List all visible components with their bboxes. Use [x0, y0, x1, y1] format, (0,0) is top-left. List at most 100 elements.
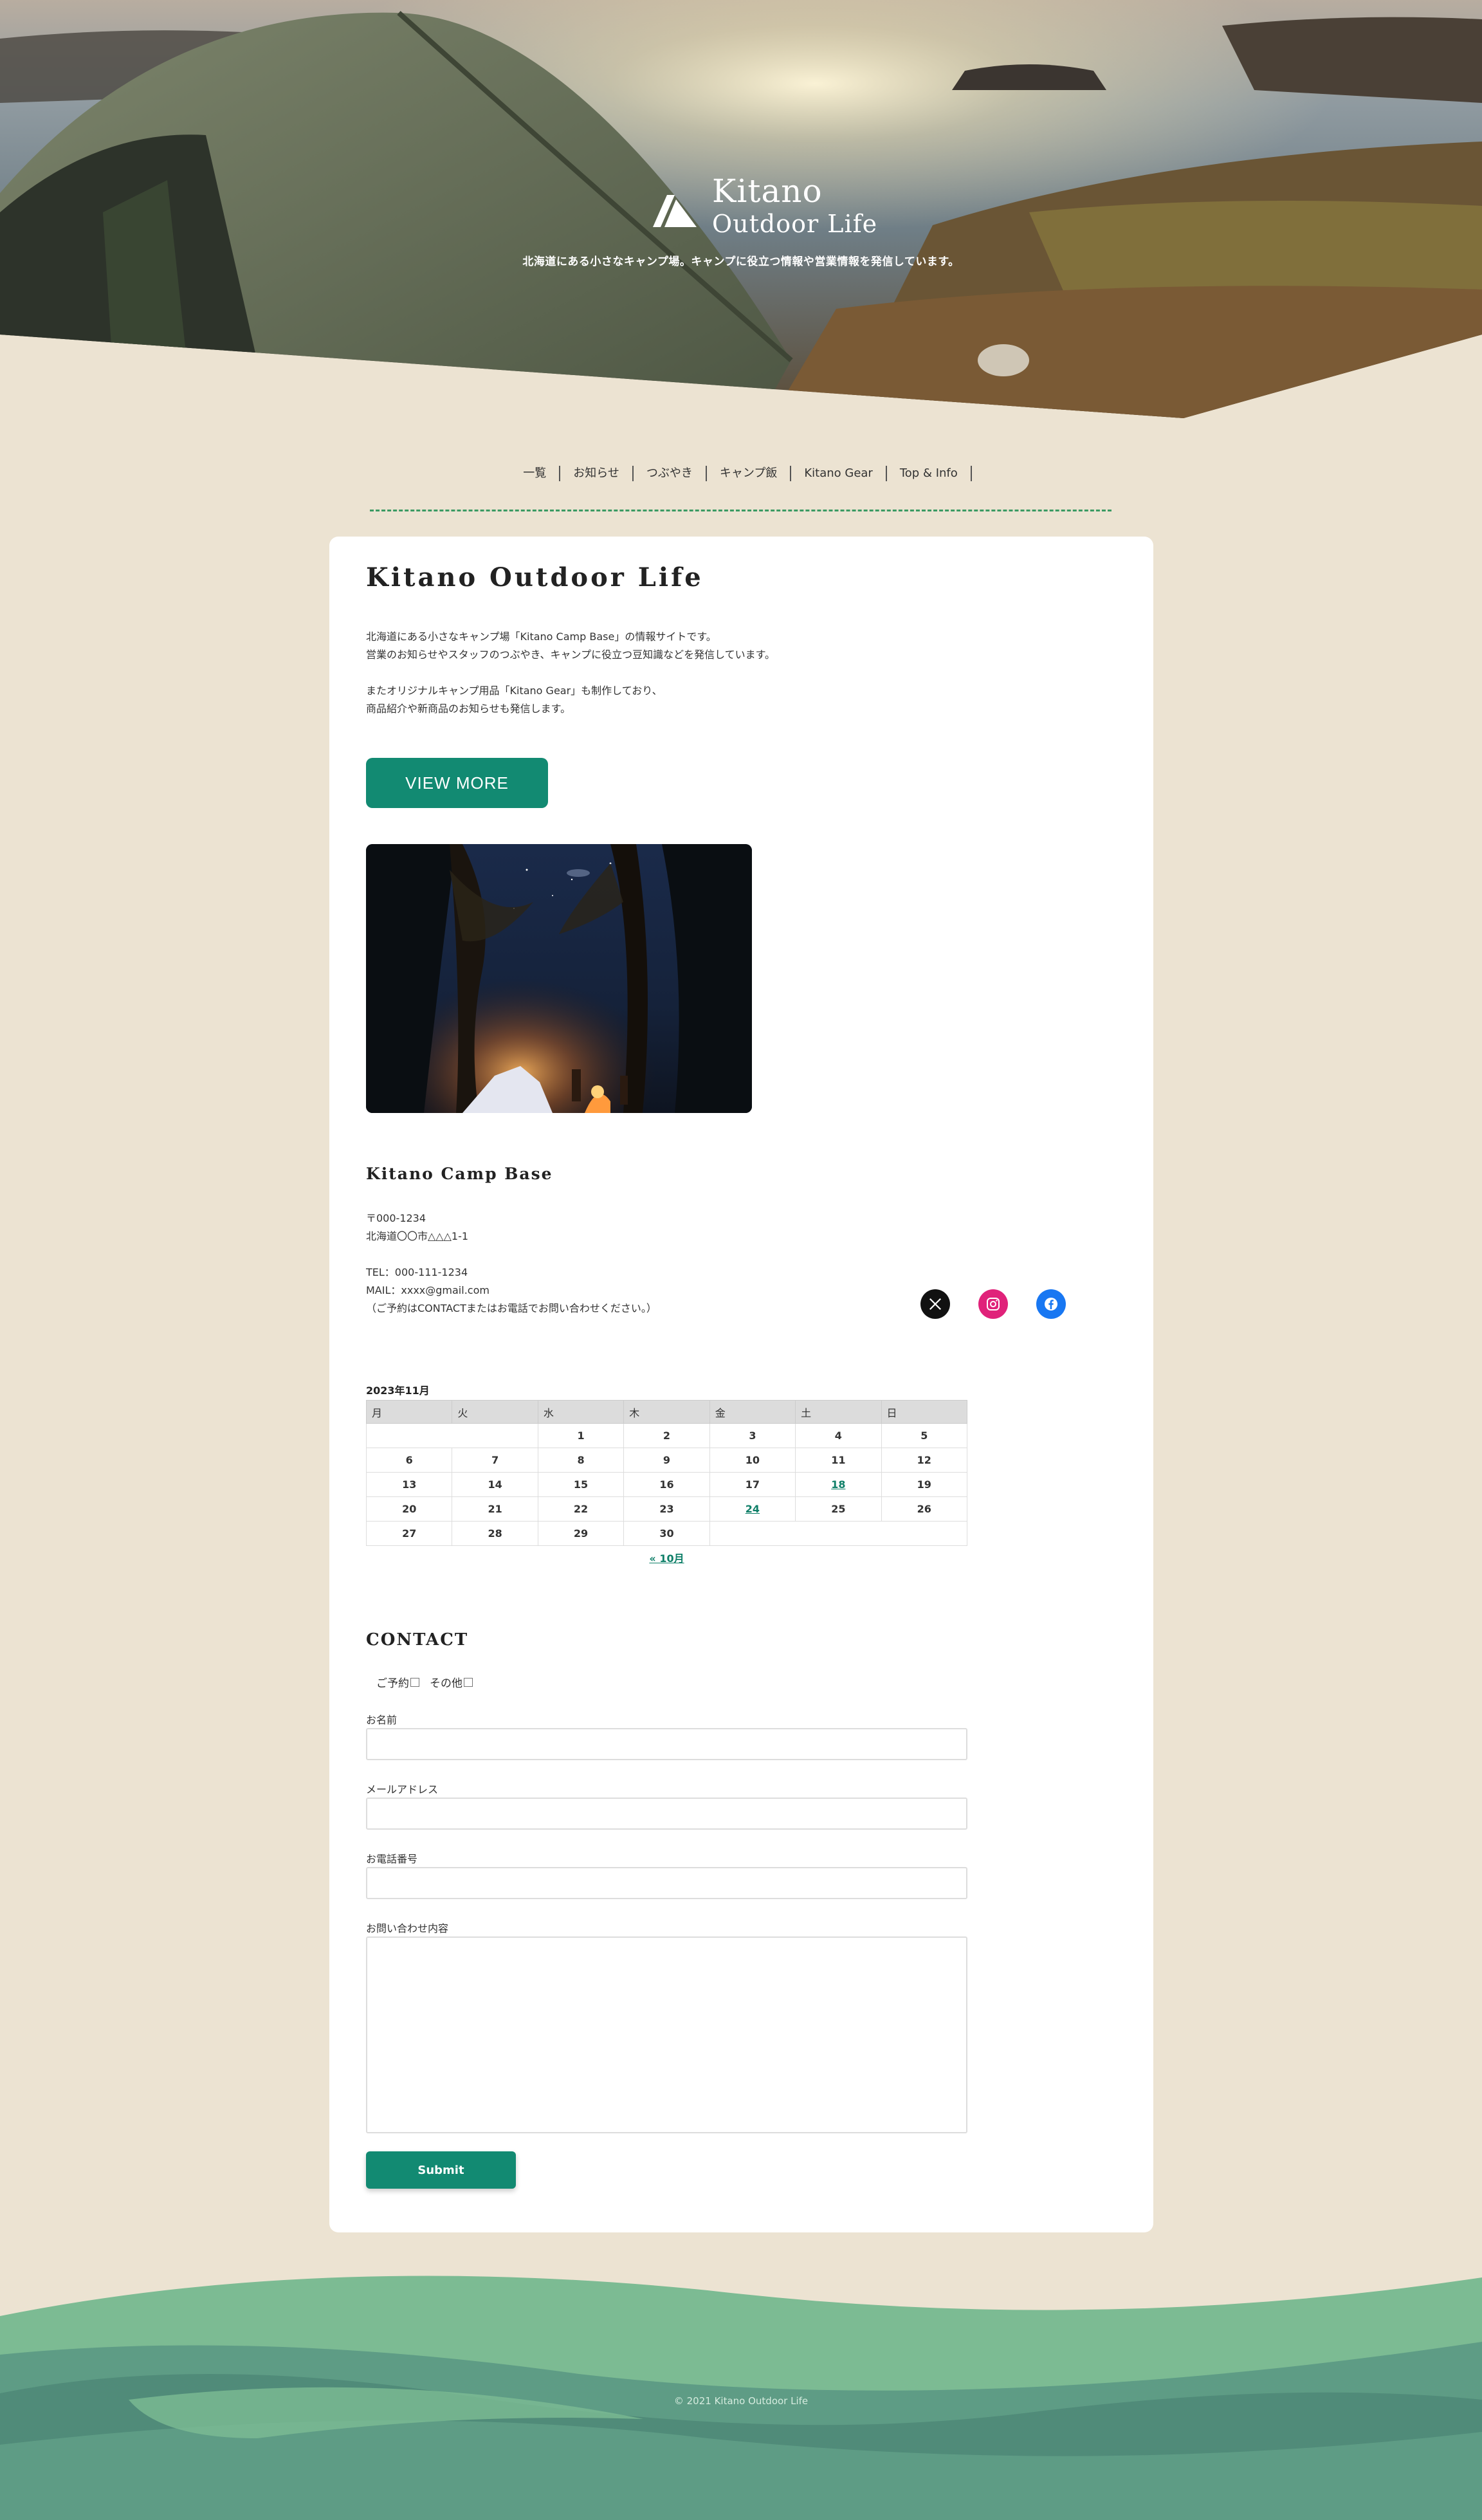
shop-address: 〒000-1234 北海道〇〇市△△△1-1 TEL：000-111-1234 …: [366, 1209, 657, 1318]
phone-field[interactable]: [366, 1867, 967, 1899]
weekday-header: 金: [709, 1400, 796, 1424]
weekday-header: 水: [537, 1400, 625, 1424]
calendar-day-cell: 26: [881, 1496, 968, 1522]
calendar-day-cell: 19: [881, 1472, 968, 1497]
calendar-day-cell: 8: [537, 1448, 625, 1473]
intro-line: またオリジナルキャンプ用品「Kitano Gear」も制作しており、: [366, 685, 663, 697]
calendar-day-cell: 1: [537, 1423, 625, 1448]
nav-item-camp-food[interactable]: キャンプ飯: [707, 466, 792, 481]
calendar-day-cell: 9: [623, 1448, 710, 1473]
calendar-week-row: 13 14 15 16 17 18 19: [365, 1472, 968, 1497]
weekday-header: 土: [795, 1400, 882, 1424]
calendar-day-cell: 16: [623, 1472, 710, 1497]
calendar-day-cell: 27: [365, 1521, 453, 1546]
calendar-day-cell: 13: [365, 1472, 453, 1497]
calendar-day-link[interactable]: 18: [831, 1478, 845, 1491]
reserve-checkbox-label[interactable]: ご予約: [376, 1674, 419, 1690]
weekday-header: 日: [881, 1400, 968, 1424]
calendar-day-cell: 6: [365, 1448, 453, 1473]
inquiry-type-checks: ご予約 その他: [376, 1674, 483, 1690]
calendar-week-row: 12345: [366, 1423, 968, 1448]
main-nav: 一覧 お知らせ つぶやき キャンプ飯 Kitano Gear Top & Inf…: [0, 466, 1482, 481]
weekday-header: 火: [452, 1400, 538, 1424]
calendar-day-cell: 17: [709, 1472, 796, 1497]
calendar-widget: 2023年11月 月 火 水 木 金 土 日 1 2 3 4 5 6 7 8 9 10 11 12 13…: [365, 1382, 968, 1565]
contact-title: CONTACT: [366, 1630, 469, 1650]
weekday-header: 木: [623, 1400, 710, 1424]
calendar-day-cell: 12: [881, 1448, 968, 1473]
facebook-icon[interactable]: [1036, 1289, 1066, 1319]
hero-brand: Kitano Outdoor Life: [646, 172, 877, 238]
nav-item-news[interactable]: お知らせ: [560, 466, 634, 481]
calendar-day-cell: 4: [795, 1423, 882, 1448]
hero-tagline: 北海道にある小さなキャンプ場。キャンプに役立つ情報や営業情報を発信しています。: [522, 255, 960, 268]
calendar-day-link[interactable]: 24: [746, 1503, 760, 1515]
other-checkbox-label[interactable]: その他: [430, 1674, 473, 1690]
calendar-day-cell: 25: [795, 1496, 882, 1522]
nav-item-kitano-gear[interactable]: Kitano Gear: [791, 466, 887, 481]
nav-divider: [370, 510, 1112, 511]
footer-waves: [0, 2252, 1482, 2520]
instagram-icon[interactable]: [978, 1289, 1008, 1319]
phone-label: お電話番号: [366, 1853, 418, 1865]
calendar-day-cell[interactable]: 24: [709, 1496, 796, 1522]
calendar-empty-cell: [366, 1423, 538, 1448]
email-field[interactable]: [366, 1798, 967, 1830]
brand-subtitle: Outdoor Life: [712, 210, 878, 238]
prev-month-link[interactable]: « 10月: [649, 1552, 684, 1565]
reservation-note: （ご予約はCONTACTまたはお電話でお問い合わせください。）: [366, 1302, 657, 1314]
reserve-checkbox[interactable]: [410, 1677, 419, 1687]
shop-name: Kitano Camp Base: [366, 1164, 553, 1183]
nav-item-tweets[interactable]: つぶやき: [634, 466, 707, 481]
calendar-day-cell: 30: [623, 1521, 710, 1546]
calendar-day-cell: 14: [452, 1472, 538, 1497]
email-address: MAIL：xxxx@gmail.com: [366, 1284, 489, 1296]
phone-number: TEL：000-111-1234: [366, 1266, 468, 1278]
street-address: 北海道〇〇市△△△1-1: [366, 1230, 469, 1242]
calendar-day-cell: 23: [623, 1496, 710, 1522]
submit-button[interactable]: Submit: [366, 2151, 516, 2189]
other-label: その他: [430, 1677, 462, 1690]
calendar-day-cell: 10: [709, 1448, 796, 1473]
view-more-button[interactable]: VIEW MORE: [366, 758, 548, 808]
content-card: Kitano Outdoor Life 北海道にある小さなキャンプ場「Kitan…: [329, 537, 1153, 2232]
calendar-body: 1 2 3 4 5 6 7 8 9 10 11 12 13 14 15 16 17 18 19 20 21 22 23 24 2…: [365, 1423, 968, 1546]
intro-line: 営業のお知らせやスタッフのつぶやき、キャンプに役立つ豆知識などを発信しています。: [366, 648, 776, 661]
calendar-week-row: 27 28 29 30: [365, 1521, 968, 1546]
calendar-week-row: 6 7 8 9 10 11 12: [365, 1448, 968, 1473]
calendar-day-cell: 21: [452, 1496, 538, 1522]
page-title: Kitano Outdoor Life: [366, 562, 704, 593]
copyright: © 2021 Kitano Outdoor Life: [673, 2395, 809, 2407]
calendar-day-cell: 7: [452, 1448, 538, 1473]
nav-item-top-info[interactable]: Top & Info: [887, 466, 972, 481]
calendar-day-cell: 5: [881, 1423, 968, 1448]
calendar-day-cell[interactable]: 18: [795, 1472, 882, 1497]
calendar-day-cell: 3: [709, 1423, 796, 1448]
calendar-day-cell: 29: [537, 1521, 625, 1546]
campsite-night-photo: [366, 844, 752, 1113]
brand-title: Kitano: [712, 172, 823, 210]
hero-banner: Kitano Outdoor Life 北海道にある小さなキャンプ場。キャンプに…: [0, 0, 1482, 418]
calendar-day-cell: 28: [452, 1521, 538, 1546]
calendar-day-cell: 11: [795, 1448, 882, 1473]
message-textarea[interactable]: [366, 1936, 967, 2133]
message-label: お問い合わせ内容: [366, 1922, 449, 1935]
calendar-day-cell: 22: [537, 1496, 625, 1522]
calendar-caption: 2023年11月: [366, 1384, 430, 1397]
calendar-empty-cell: [709, 1521, 968, 1546]
calendar-day-cell: 20: [365, 1496, 453, 1522]
social-links: [920, 1289, 1094, 1319]
calendar-day-cell: 2: [623, 1423, 710, 1448]
intro-line: 北海道にある小さなキャンプ場「Kitano Camp Base」の情報サイトです…: [366, 630, 717, 643]
postal-code: 〒000-1234: [366, 1212, 426, 1224]
email-label: メールアドレス: [366, 1783, 439, 1796]
name-label: お名前: [366, 1714, 398, 1726]
name-field[interactable]: [366, 1728, 967, 1760]
x-icon[interactable]: [920, 1289, 950, 1319]
reserve-label: ご予約: [376, 1677, 409, 1690]
tent-logo-icon: [653, 195, 697, 227]
intro-line: 商品紹介や新商品のお知らせも発信します。: [366, 703, 571, 715]
intro-text: 北海道にある小さなキャンプ場「Kitano Camp Base」の情報サイトです…: [366, 628, 775, 718]
nav-item-list[interactable]: 一覧: [510, 466, 561, 481]
other-checkbox[interactable]: [464, 1677, 473, 1687]
